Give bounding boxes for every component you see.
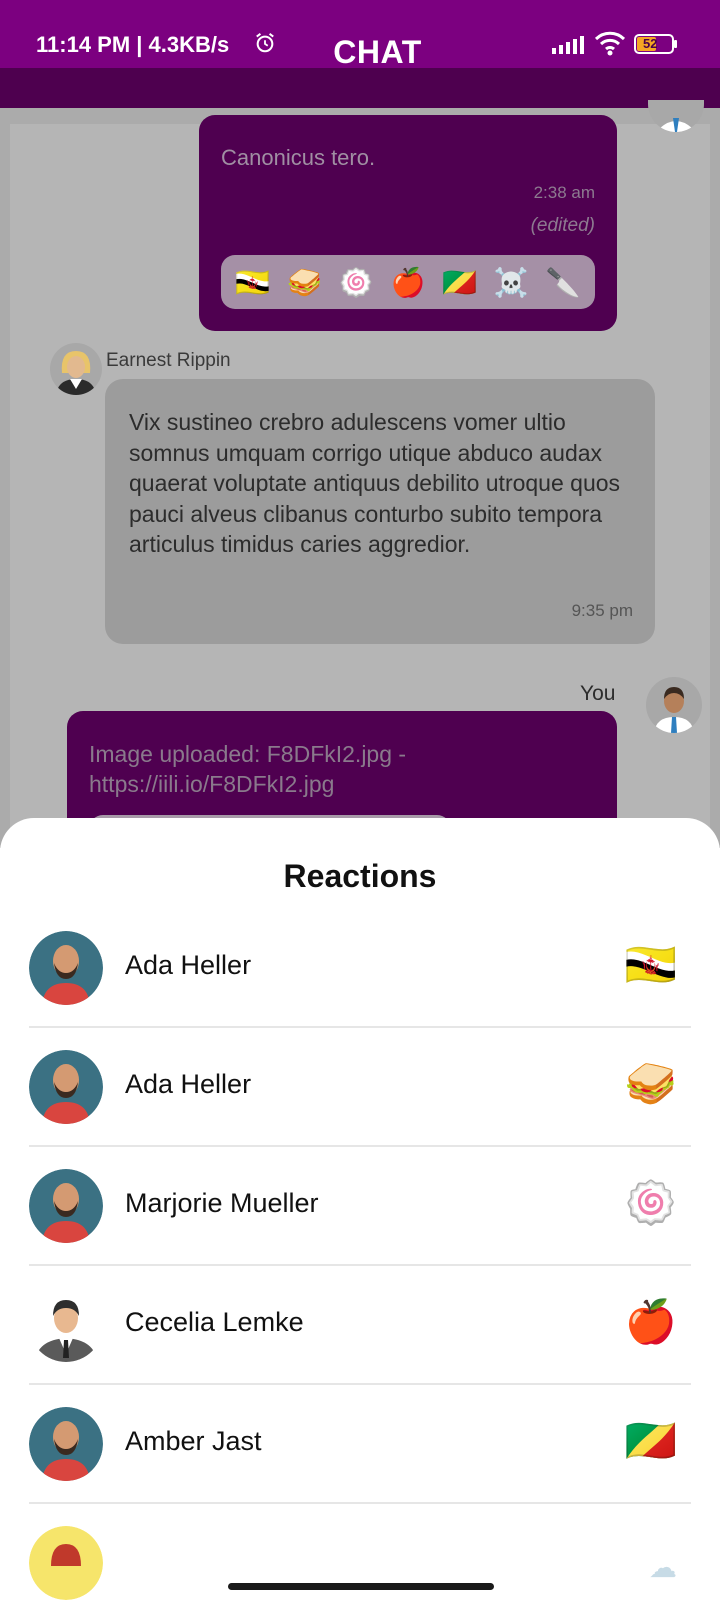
status-bar: 11:14 PM | 4.3KB/s CHAT 52: [0, 0, 720, 70]
reaction-user-name: Marjorie Mueller: [125, 1188, 319, 1218]
message-text: Canonicus tero.: [221, 145, 376, 170]
message-text: Image uploaded: F8DFkI2.jpg - https://ii…: [89, 741, 407, 797]
reaction-emoji: 🇧🇳: [624, 941, 677, 988]
sender-name: Earnest Rippin: [106, 350, 231, 371]
reaction-chip[interactable]: 🍥: [339, 266, 374, 299]
reaction-bar[interactable]: 🇧🇳 🥪 🍥 🍎 🇨🇬 ☠️ 🔪: [221, 255, 595, 309]
avatar: [29, 1526, 103, 1600]
bearded-man-avatar: [29, 1407, 103, 1481]
header-bar: [0, 68, 720, 108]
reaction-chip[interactable]: 🍎: [391, 266, 426, 299]
bearded-man-avatar: [29, 931, 103, 1005]
reaction-chip[interactable]: 🥪: [287, 266, 322, 299]
message-bubble[interactable]: Canonicus tero. 2:38 am (edited) 🇧🇳 🥪 🍥 …: [199, 115, 617, 331]
reaction-emoji: 🍎: [624, 1298, 677, 1345]
reaction-row[interactable]: Amber Jast 🇨🇬: [29, 1386, 691, 1504]
battery-icon: 52: [634, 34, 678, 54]
skull-emoji-icon: ☁: [649, 1552, 677, 1583]
reaction-chip[interactable]: 🔪: [546, 266, 581, 299]
reaction-emoji: 🍥: [624, 1179, 677, 1226]
reaction-chip[interactable]: 🇧🇳: [235, 266, 270, 299]
bearded-man-avatar: [29, 1169, 103, 1243]
businessman-avatar: [29, 1288, 103, 1362]
reaction-row[interactable]: Ada Heller 🥪: [29, 1029, 691, 1147]
reaction-user-name: Ada Heller: [125, 950, 252, 980]
message-bubble[interactable]: Vix sustineo crebro adulescens vomer ult…: [105, 379, 655, 644]
reaction-emoji: 🇨🇬: [624, 1417, 677, 1464]
edited-label: (edited): [530, 215, 595, 236]
sender-name: You: [580, 682, 616, 705]
sheet-title: Reactions: [283, 858, 437, 894]
message-text: Vix sustineo crebro adulescens vomer ult…: [129, 409, 621, 557]
reactions-sheet: Reactions Ada Heller 🇧🇳 Ada Heller 🥪 Mar…: [0, 818, 720, 1600]
reaction-user-name: Ada Heller: [125, 1069, 252, 1099]
message-time: 9:35 pm: [571, 601, 633, 620]
reaction-user-name: Amber Jast: [125, 1426, 262, 1456]
reaction-row[interactable]: Ada Heller 🇧🇳: [29, 910, 691, 1028]
home-indicator[interactable]: [228, 1583, 494, 1590]
reaction-row[interactable]: Marjorie Mueller 🍥: [29, 1148, 691, 1266]
reaction-row[interactable]: Cecelia Lemke 🍎: [29, 1267, 691, 1385]
signal-icon: [552, 36, 584, 54]
reaction-chip[interactable]: 🇨🇬: [442, 266, 477, 299]
battery-level: 52: [643, 36, 658, 51]
avatar[interactable]: [50, 343, 102, 395]
reaction-user-name: Cecelia Lemke: [125, 1307, 304, 1337]
message-time: 2:38 am: [533, 183, 595, 202]
reaction-emoji: 🥪: [624, 1060, 677, 1107]
bearded-man-avatar: [29, 1050, 103, 1124]
reaction-chip[interactable]: ☠️: [494, 266, 529, 299]
wifi-icon: [594, 31, 626, 56]
avatar[interactable]: [646, 677, 702, 733]
